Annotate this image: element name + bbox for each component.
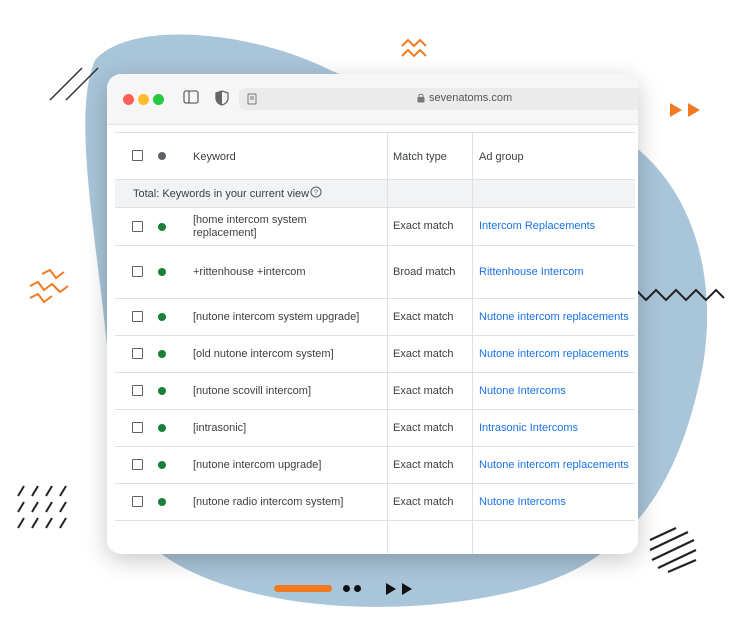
status-enabled-icon [158,350,166,358]
play-arrows-orange-icon [670,103,700,117]
status-enabled-icon [158,498,166,506]
dot-decoration [354,585,361,592]
row-checkbox[interactable] [132,220,143,232]
total-label: Total: Keywords in your current view [133,188,310,200]
zigzag-wave-icon [636,288,725,302]
column-divider [387,133,388,554]
ad-group-link[interactable]: Nutone intercom replacements [479,311,629,324]
row-checkbox[interactable] [132,311,143,322]
match-type-column-header[interactable]: Match type [393,151,447,163]
ad-group-link[interactable]: Intercom Replacements [479,220,595,233]
diagonal-lines-icon [49,67,99,101]
close-window-button[interactable] [123,94,134,105]
row-checkbox[interactable] [132,348,143,359]
dot-decoration [343,585,350,592]
ad-group-link[interactable]: Intrasonic Intercoms [479,422,578,435]
match-type-cell[interactable]: Exact match [393,385,463,398]
keyword-cell[interactable]: [nutone intercom upgrade] [193,459,373,472]
row-checkbox[interactable] [132,266,143,277]
row-checkbox[interactable] [132,496,143,507]
table-row: [nutone intercom upgrade] Exact match Nuto… [115,447,635,484]
minimize-window-button[interactable] [138,94,149,105]
keyword-column-header[interactable]: Keyword [193,151,236,163]
match-type-cell[interactable]: Broad match [393,266,463,279]
status-enabled-icon [158,268,166,276]
lock-icon [417,93,425,103]
match-type-cell[interactable]: Exact match [393,459,463,472]
help-icon[interactable]: ? [310,186,322,198]
maximize-window-button[interactable] [153,94,164,105]
status-enabled-icon [158,387,166,395]
match-type-cell[interactable]: Exact match [393,220,463,233]
status-enabled-icon [158,424,166,432]
keyword-cell[interactable]: [old nutone intercom system] [193,348,373,361]
table-row: [intrasonic] Exact match Intrasonic Interc… [115,410,635,447]
table-row: +rittenhouse +intercom Broad match Rittenh… [115,246,635,299]
page-icon [247,93,257,105]
svg-text:?: ? [314,188,318,197]
match-type-cell[interactable]: Exact match [393,348,463,361]
hatch-lines-icon [17,485,67,529]
progress-pill-decoration [274,585,332,592]
table-row: [home intercom system replacement] Exact … [115,208,635,246]
status-column-icon [158,152,166,160]
match-type-cell[interactable]: Exact match [393,496,463,509]
shield-icon[interactable] [215,90,229,106]
browser-window: sevenatoms.com Keyword Match type Ad gro… [107,74,638,554]
keyword-cell[interactable]: [nutone intercom system upgrade] [193,311,373,324]
zigzag-orange-top-icon [401,38,427,58]
title-bar: sevenatoms.com [107,74,638,125]
total-row: Total: Keywords in your current view ? [115,180,635,208]
keyword-cell[interactable]: [home intercom system replacement] [193,214,373,240]
select-all-checkbox[interactable] [132,150,143,161]
url-text: sevenatoms.com [429,92,513,104]
play-arrows-black-icon [386,583,412,595]
table-row: [nutone scovill intercom] Exact match Nuto… [115,373,635,410]
status-enabled-icon [158,222,166,231]
table-row: [nutone intercom system upgrade] Exact ma… [115,299,635,336]
status-enabled-icon [158,461,166,469]
sidebar-icon[interactable] [183,90,199,104]
address-bar[interactable]: sevenatoms.com [239,88,638,110]
match-type-cell[interactable]: Exact match [393,311,463,324]
ad-group-link[interactable]: Nutone Intercoms [479,385,566,398]
diagonal-stripes-icon [649,527,697,574]
table-row: [nutone radio intercom system] Exact matc… [115,484,635,521]
keyword-cell[interactable]: +rittenhouse +intercom [193,266,373,279]
row-checkbox[interactable] [132,385,143,396]
keyword-cell[interactable]: [intrasonic] [193,422,373,435]
table-row: [old nutone intercom system] Exact match N… [115,336,635,373]
ad-group-link[interactable]: Nutone intercom replacements [479,348,629,361]
status-enabled-icon [158,313,166,321]
keyword-cell[interactable]: [nutone radio intercom system] [193,496,373,509]
row-checkbox[interactable] [132,422,143,433]
keywords-table: Keyword Match type Ad group Total: Keywo… [115,132,635,554]
match-type-cell[interactable]: Exact match [393,422,463,435]
column-divider [472,133,473,554]
table-header: Keyword Match type Ad group [115,133,635,180]
ad-group-link[interactable]: Nutone Intercoms [479,496,566,509]
ad-group-column-header[interactable]: Ad group [479,151,524,163]
keyword-cell[interactable]: [nutone scovill intercom] [193,385,373,398]
row-checkbox[interactable] [132,459,143,470]
ad-group-link[interactable]: Rittenhouse Intercom [479,266,584,279]
zigzag-orange-left-icon [29,268,69,304]
ad-group-link[interactable]: Nutone intercom replacements [479,459,629,472]
